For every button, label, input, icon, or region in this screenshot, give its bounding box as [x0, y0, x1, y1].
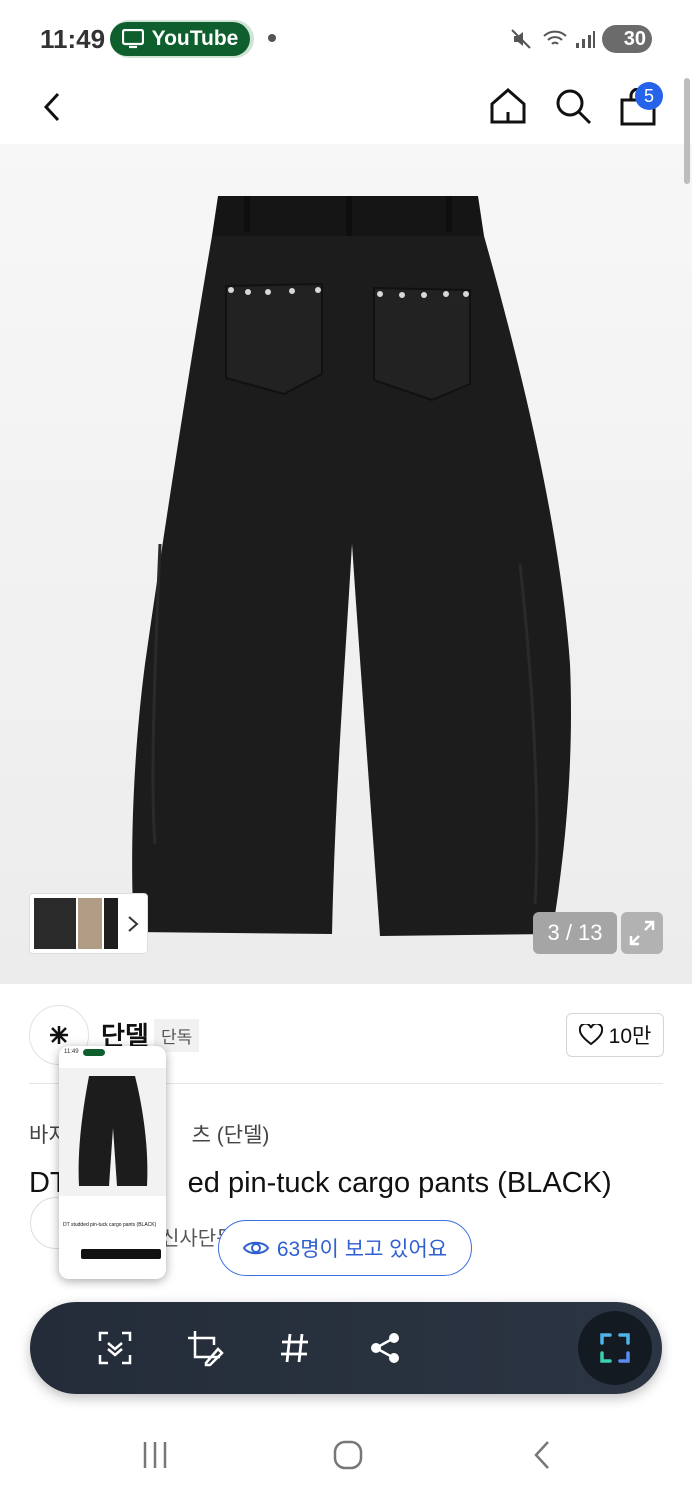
notification-dot	[268, 34, 276, 42]
tv-icon	[121, 29, 144, 49]
eye-icon	[242, 1241, 269, 1255]
preview-title: DT studded pin-tuck cargo pants (BLACK)	[63, 1222, 157, 1228]
status-time: 11:49	[40, 24, 106, 54]
chevron-right-icon[interactable]	[126, 914, 140, 934]
edit-button[interactable]	[160, 1302, 250, 1394]
viewers-badge: 63명이 보고 있어요	[218, 1220, 472, 1276]
hashtag-icon	[281, 1333, 308, 1363]
home-circle-icon	[333, 1440, 363, 1470]
title-visible: ed pin-tuck cargo pants (BLACK)	[187, 1167, 612, 1199]
mute-icon	[511, 29, 531, 49]
status-bar: 11:49 YouTube 30	[0, 0, 692, 78]
top-nav	[0, 78, 692, 144]
recents-icon	[143, 1442, 167, 1468]
viewers-text: 63명이 보고 있어요	[276, 1238, 448, 1261]
back-nav-button[interactable]	[512, 1425, 572, 1485]
thumbnail-2[interactable]	[78, 898, 102, 949]
thumbnail-3[interactable]	[104, 898, 118, 949]
like-button[interactable]: 10만	[566, 1013, 664, 1057]
image-counter: 3 / 13	[533, 912, 617, 954]
heart-icon	[578, 1024, 603, 1046]
category-suffix: 츠 (단델)	[191, 1124, 270, 1147]
cart-count-badge: 5	[635, 82, 663, 110]
preview-pill	[83, 1049, 105, 1056]
image-thumbnails[interactable]	[29, 893, 148, 954]
thumbnail-1[interactable]	[34, 898, 76, 949]
home-icon[interactable]	[488, 86, 528, 126]
share-button[interactable]	[340, 1302, 430, 1394]
smart-select-button[interactable]	[70, 1302, 160, 1394]
share-icon	[371, 1333, 399, 1363]
battery-indicator: 30	[602, 25, 652, 53]
preview-cta	[81, 1249, 161, 1259]
search-icon[interactable]	[553, 86, 593, 126]
screenshot-toolbar	[30, 1302, 662, 1394]
preview-image	[59, 1068, 166, 1196]
signal-icon	[576, 31, 595, 48]
back-chevron-icon	[534, 1441, 549, 1469]
youtube-pill[interactable]: YouTube	[110, 22, 250, 56]
wifi-icon	[543, 30, 567, 45]
like-count: 10만	[608, 1025, 652, 1048]
crop-edit-icon	[188, 1331, 224, 1367]
back-arrow-icon[interactable]	[38, 90, 66, 124]
scan-select-icon	[98, 1331, 132, 1365]
battery-level: 30	[623, 27, 646, 50]
hashtag-button[interactable]	[250, 1302, 340, 1394]
product-image[interactable]	[0, 144, 692, 984]
page-scrollbar[interactable]	[684, 78, 690, 184]
pants-image	[132, 196, 571, 936]
screenshot-preview[interactable]: 11:49 DT studded pin-tuck cargo pants (B…	[59, 1046, 166, 1279]
scroll-capture-button[interactable]	[578, 1311, 652, 1385]
home-nav-button[interactable]	[318, 1425, 378, 1485]
recents-button[interactable]	[125, 1425, 185, 1485]
preview-time: 11:49	[64, 1049, 79, 1055]
youtube-label: YouTube	[151, 27, 239, 50]
expand-button[interactable]	[621, 912, 663, 954]
capture-frame-icon	[600, 1333, 630, 1363]
expand-icon	[629, 920, 655, 946]
